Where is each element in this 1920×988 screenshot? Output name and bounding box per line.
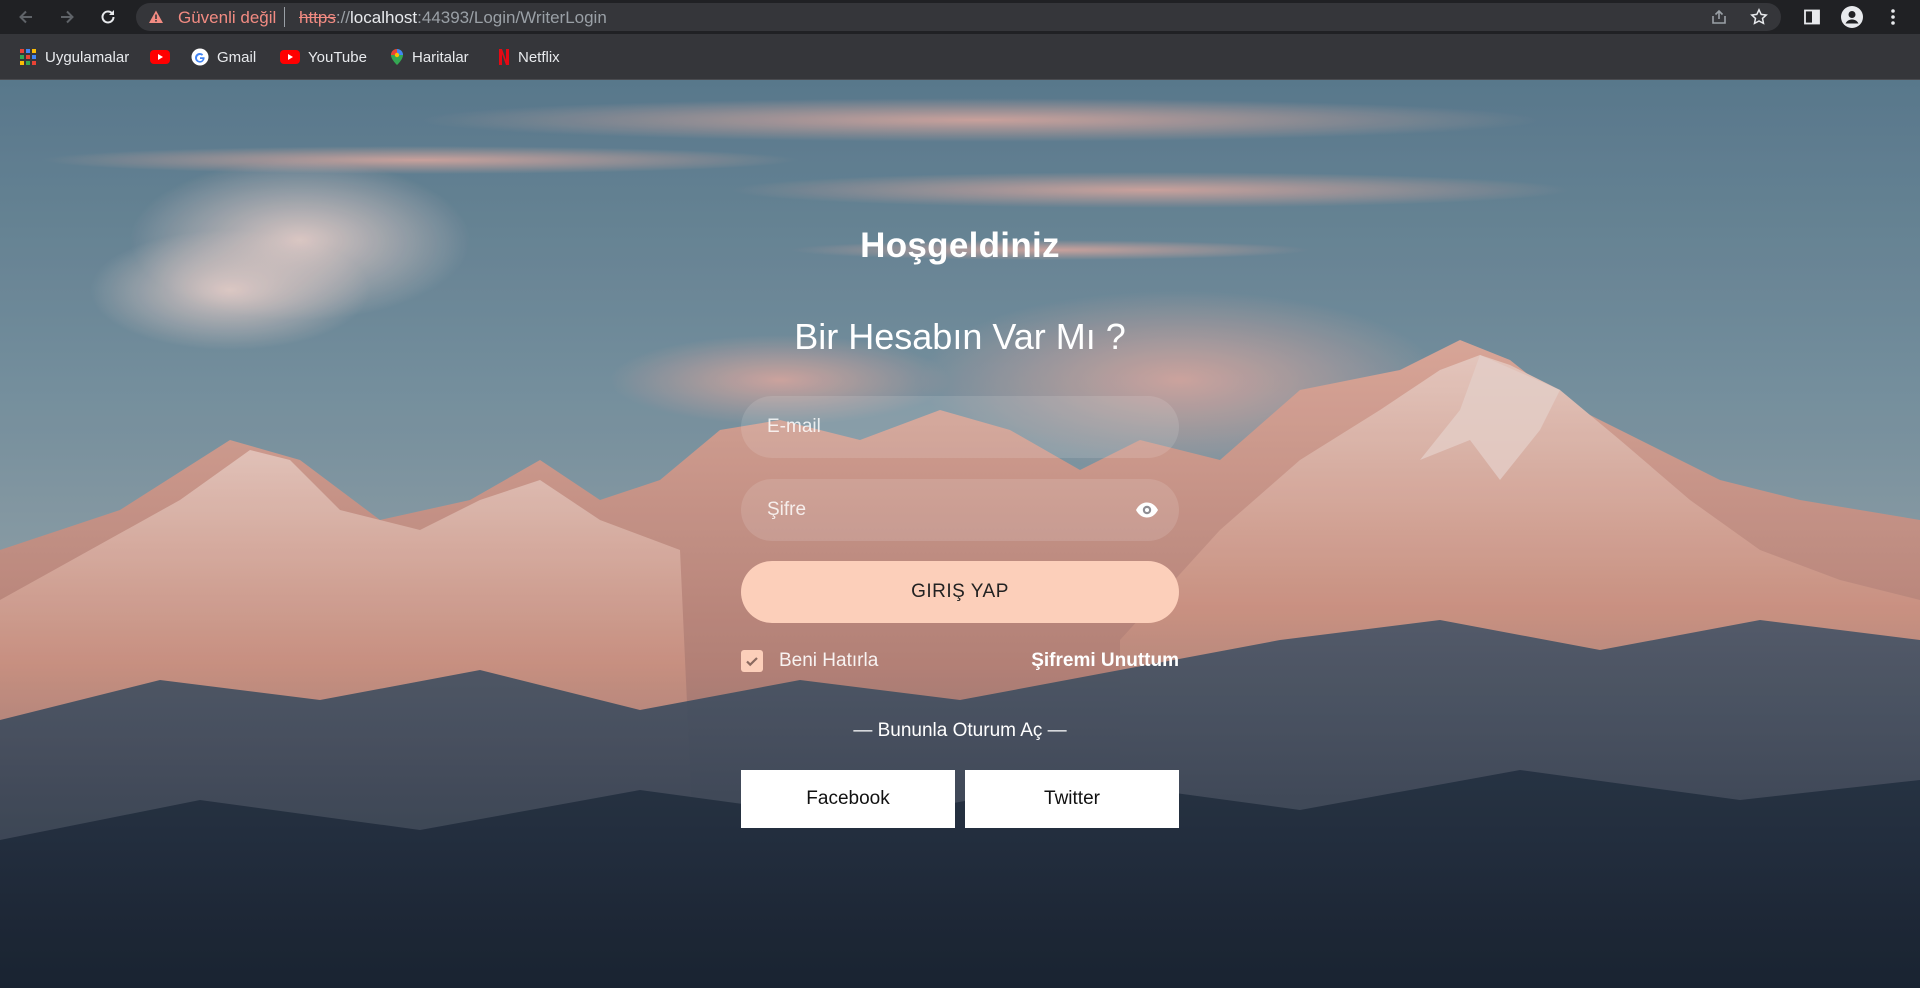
social-login-heading: — Bununla Oturum Aç — [853,720,1067,741]
netflix-icon [499,49,509,65]
apps-grid-icon [20,49,36,65]
url-scheme: https [299,8,336,27]
warning-triangle-icon[interactable] [148,9,164,25]
twitter-login-button[interactable]: Twitter [965,770,1179,828]
youtube-icon [280,50,300,64]
kebab-menu-icon[interactable] [1882,6,1904,28]
show-password-eye-icon[interactable] [1135,500,1159,520]
remember-me-label: Beni Hatırla [779,650,879,671]
youtube-icon [150,50,170,64]
email-field[interactable] [741,396,1179,458]
bookmark-label: Uygulamalar [45,48,130,66]
login-button[interactable]: GIRIŞ YAP [741,561,1179,623]
url-text[interactable]: https://localhost:44393/Login/WriterLogi… [299,8,607,28]
remember-me-checkbox[interactable] [741,650,763,672]
bookmark-gmail[interactable]: Gmail [191,46,256,68]
facebook-login-button[interactable]: Facebook [741,770,955,828]
login-page: Hoşgeldiniz Bir Hesabın Var Mı ? GIRIŞ Y… [0,80,1920,988]
bookmark-apps[interactable]: Uygulamalar [19,46,129,68]
google-icon [191,48,209,66]
back-arrow-icon[interactable] [13,4,39,30]
url-path: :44393/Login/WriterLogin [417,8,607,27]
url-separator: :// [335,8,351,27]
bookmark-youtube[interactable]: YouTube [280,46,367,68]
bookmark-netflix[interactable]: Netflix [498,46,560,68]
url-host: localhost [350,8,418,27]
url-divider [284,7,285,27]
bookmark-label: Netflix [518,48,560,66]
account-question-heading: Bir Hesabın Var Mı ? [794,316,1126,357]
bookmark-youtube-icon-only[interactable] [150,46,170,68]
bookmark-label: Gmail [217,48,257,66]
star-icon[interactable] [1750,8,1768,26]
share-icon[interactable] [1710,8,1728,26]
checkmark-icon [746,657,758,667]
reload-icon[interactable] [95,4,121,30]
remember-me[interactable]: Beni Hatırla [741,649,878,673]
security-warning[interactable]: Güvenli değil [178,8,276,28]
profile-icon[interactable] [1841,6,1863,28]
bookmarks-bar: Uygulamalar Gmail YouTube Haritalar Netf… [0,34,1920,80]
bookmark-label: Haritalar [412,48,469,66]
browser-toolbar: Güvenli değil https://localhost:44393/Lo… [0,0,1920,34]
bookmark-maps[interactable]: Haritalar [390,46,469,68]
side-panel-icon[interactable] [1801,6,1823,28]
forward-arrow-icon[interactable] [54,4,80,30]
address-bar[interactable]: Güvenli değil https://localhost:44393/Lo… [136,3,1781,31]
bookmark-label: YouTube [308,48,367,66]
welcome-heading: Hoşgeldiniz [860,226,1060,265]
password-field[interactable] [741,479,1179,541]
forgot-password-link[interactable]: Şifremi Unuttum [979,650,1179,672]
maps-pin-icon [391,49,403,65]
